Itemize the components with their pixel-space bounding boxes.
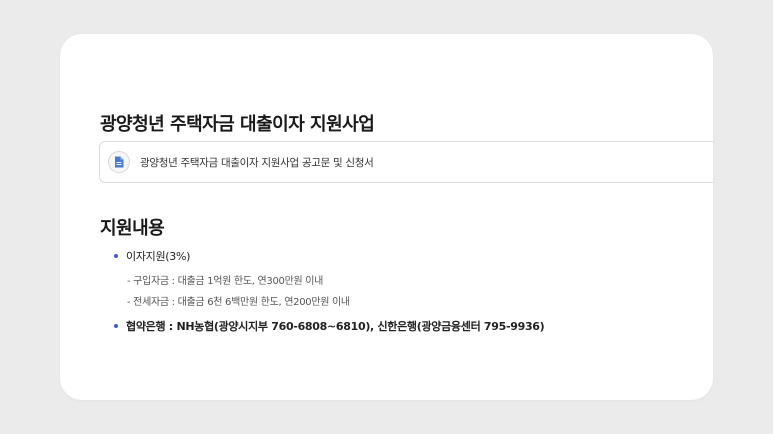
attachment-link[interactable]: 광양청년 주택자금 대출이자 지원사업 공고문 및 신청서 [99, 141, 713, 183]
list-item-label: 협약은행 : NH농협(광양시지부 760-6808~6810), 신한은행(광… [126, 320, 545, 333]
bullet-icon [114, 254, 118, 258]
sub-list-item: - 전세자금 : 대출금 6천 6백만원 한도, 연200만원 이내 [127, 297, 350, 308]
attachment-label: 광양청년 주택자금 대출이자 지원사업 공고문 및 신청서 [140, 156, 374, 169]
bullet-icon [114, 324, 118, 328]
document-icon [108, 151, 130, 173]
content-card: 광양청년 주택자금 대출이자 지원사업 광양청년 주택자금 대출이자 지원사업 … [60, 34, 713, 400]
sub-list-item: - 구입자금 : 대출금 1억원 한도, 연300만원 이내 [127, 276, 324, 287]
list-item-label: 이자지원(3%) [126, 250, 191, 263]
list-item: 협약은행 : NH농협(광양시지부 760-6808~6810), 신한은행(광… [114, 318, 545, 334]
section-title: 지원내용 [100, 218, 165, 239]
list-item: 이자지원(3%) [114, 248, 190, 264]
page-title: 광양청년 주택자금 대출이자 지원사업 [100, 114, 375, 135]
